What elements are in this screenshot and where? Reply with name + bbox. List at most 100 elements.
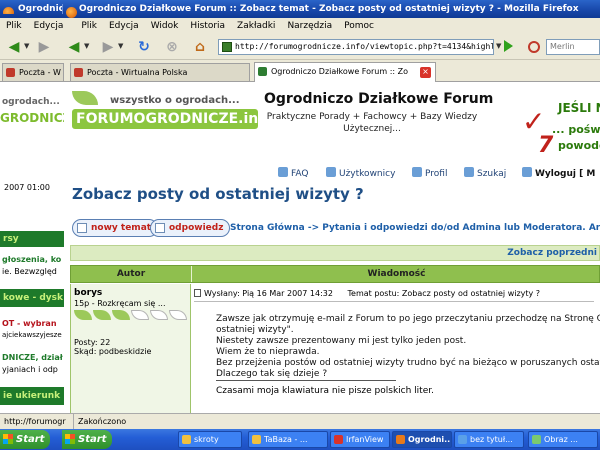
status-url: http://forumogr xyxy=(0,413,74,430)
menu-tools[interactable]: Narzędzia xyxy=(281,21,338,31)
author-location: Skąd: podbeskidzie xyxy=(74,347,152,356)
search-link[interactable]: Szukaj xyxy=(464,167,506,179)
post-header: Wysłany: Pią 16 Mar 2007 14:32 Temat pos… xyxy=(194,289,540,298)
profile-label: Profil xyxy=(425,169,448,179)
sidebar-category-bar[interactable]: kowe - dysk xyxy=(0,289,64,307)
ad-text-3[interactable]: powodó xyxy=(558,139,600,152)
menu-edit[interactable]: Edycja xyxy=(103,21,145,31)
profile-link[interactable]: Profil xyxy=(412,167,447,179)
users-icon xyxy=(326,167,336,177)
menu-bookmarks[interactable]: Zakładki xyxy=(231,21,281,31)
users-link[interactable]: Użytkownicy xyxy=(326,167,395,179)
reply-icon xyxy=(155,223,165,233)
status-text: Zakończono xyxy=(78,417,127,426)
post-line: Dlaczego tak się dzieje ? xyxy=(216,369,328,379)
search-label: Szukaj xyxy=(477,169,507,179)
rank-leaves xyxy=(74,310,192,322)
left-window-title: Ogrodniczo xyxy=(0,4,62,14)
paint-icon xyxy=(458,435,467,444)
post-author-name[interactable]: borys xyxy=(74,288,102,298)
profile-icon xyxy=(412,167,422,177)
left-frame: ogrodach... GRODNICZE.in 2007 01:00 rsy … xyxy=(0,83,64,413)
post-message-cell: Wysłany: Pią 16 Mar 2007 14:32 Temat pos… xyxy=(192,284,600,413)
faq-icon xyxy=(278,167,288,177)
taskbar-item[interactable]: bez tytuł... xyxy=(454,431,524,448)
forward-icon[interactable]: ▶ xyxy=(36,39,52,55)
close-icon[interactable]: × xyxy=(420,67,431,78)
reply-label: odpowiedz xyxy=(169,223,224,233)
home-icon[interactable]: ⌂ xyxy=(192,39,208,55)
taskbar-item-label: skroty xyxy=(194,435,219,444)
mail-icon xyxy=(6,68,15,77)
sidebar-forum-desc: yjaniach i odp xyxy=(2,365,58,374)
address-bar-url: http://forumogrodnicze.info/viewtopic.ph… xyxy=(235,42,494,51)
taskbar-item[interactable]: TaBaza - ... xyxy=(248,431,328,448)
menu-help[interactable]: Pomoc xyxy=(338,21,380,31)
window-title: Ogrodniczo Działkowe Forum :: Zobacz tem… xyxy=(62,4,600,18)
sidebar-forum-link[interactable]: DNICZE, dział xyxy=(0,353,64,362)
reload-icon[interactable]: ↻ xyxy=(136,39,152,55)
menu-view[interactable]: Widok xyxy=(145,21,185,31)
sidebar-forum-desc: ajciekawszyjesze xyxy=(2,331,62,339)
search-engine-icon[interactable] xyxy=(528,41,540,53)
taskbar-item[interactable]: skroty xyxy=(178,431,242,448)
back-dropdown-icon[interactable]: ▼ xyxy=(24,42,29,50)
site-subtitle: Praktyczne Porady + Fachowcy + Bazy Wied… xyxy=(266,112,478,134)
tab-bar: Poczta - W Poczta - Wirtualna Polska Ogr… xyxy=(0,60,600,82)
post-count: Posty: 22 xyxy=(74,338,111,347)
sidebar-forum-link[interactable]: OT - wybran xyxy=(0,319,64,328)
sidebar-category-bar[interactable]: ie ukierunk xyxy=(0,387,64,405)
breadcrumb[interactable]: Strona Główna -> Pytania i odpowiedzi do… xyxy=(230,223,600,233)
rank-leaf-icon xyxy=(112,310,130,320)
taskbar-item-label: IrfanView xyxy=(346,435,384,444)
tab-poczta-short[interactable]: Poczta - W xyxy=(2,63,64,81)
forward-icon-2[interactable]: ▶ xyxy=(100,39,116,55)
new-topic-button[interactable]: nowy temat xyxy=(72,219,159,237)
menu-file[interactable]: Plik xyxy=(75,21,103,31)
sidebar-forum-desc: ie. Bezwzględ xyxy=(2,267,57,276)
menu-file-left[interactable]: Plik xyxy=(0,21,28,31)
app-icon xyxy=(252,435,261,444)
windows-logo-icon xyxy=(3,434,13,444)
site-logo[interactable]: FORUMOGRODNICZE.info xyxy=(72,109,274,129)
faq-link[interactable]: FAQ xyxy=(278,167,308,179)
taskbar-item[interactable]: Obraz ... xyxy=(528,431,598,448)
prev-topic-link[interactable]: Zobacz poprzedni xyxy=(70,245,600,261)
menu-history[interactable]: Historia xyxy=(184,21,231,31)
ad-text-2[interactable]: ... poświę xyxy=(552,123,600,136)
reply-button[interactable]: odpowiedz xyxy=(150,219,231,237)
rank-leaf-icon xyxy=(131,310,149,320)
address-bar[interactable]: http://forumogrodnicze.info/viewtopic.ph… xyxy=(218,39,494,55)
topic-heading[interactable]: Zobacz posty od ostatniej wizyty ? xyxy=(72,185,364,203)
forward-dropdown-icon[interactable]: ▼ xyxy=(118,42,123,50)
forum-icon xyxy=(258,67,267,76)
sidebar-forum-link[interactable]: głoszenia, ko xyxy=(0,255,64,264)
tab-forum[interactable]: Ogrodniczo Działkowe Forum :: Zo × xyxy=(254,62,436,82)
taskbar-item-label: TaBaza - ... xyxy=(264,435,308,444)
post-subject: Temat postu: Zobacz posty od ostatniej w… xyxy=(347,289,541,298)
address-dropdown-icon[interactable]: ▼ xyxy=(496,42,501,50)
search-input[interactable]: Merlin xyxy=(546,39,600,55)
start-button[interactable]: Start xyxy=(0,430,51,449)
back-icon-2[interactable]: ◀ xyxy=(66,39,82,55)
back-icon[interactable]: ◀ xyxy=(6,39,22,55)
go-icon[interactable] xyxy=(504,40,513,52)
taskbar-item-active[interactable]: Ogrodni... xyxy=(392,431,452,448)
taskbar-item[interactable]: IrfanView xyxy=(330,431,390,448)
stop-icon[interactable]: ⊗ xyxy=(164,39,180,55)
leaf-logo-icon xyxy=(72,91,98,105)
back-dropdown-icon-2[interactable]: ▼ xyxy=(84,42,89,50)
tab-label: Poczta - Wirtualna Polska xyxy=(87,68,188,77)
logout-link[interactable]: Wyloguj [ M xyxy=(522,167,595,179)
menu-edit-left[interactable]: Edycja xyxy=(28,21,70,31)
logout-icon xyxy=(522,167,532,177)
sidebar-logo-big: GRODNICZE.in xyxy=(0,111,64,125)
tab-poczta-wp[interactable]: Poczta - Wirtualna Polska xyxy=(70,63,250,81)
tab-label: Poczta - W xyxy=(19,68,61,77)
ad-text-1[interactable]: JEŚLI N xyxy=(558,101,600,115)
rank-leaf-icon xyxy=(150,310,168,320)
start-button-2[interactable]: Start xyxy=(62,430,113,449)
post-line: Bez przejżenia postów od ostatniej wizyt… xyxy=(216,358,600,368)
sidebar-category-bar[interactable]: rsy xyxy=(0,231,64,247)
start-label: Start xyxy=(78,434,107,445)
